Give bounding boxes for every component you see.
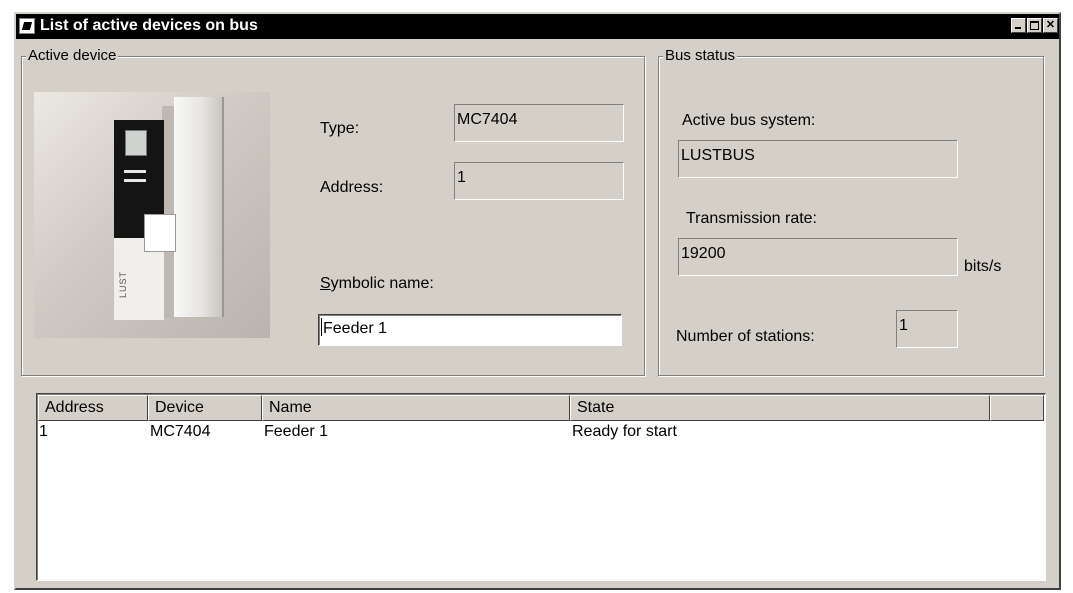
rate-unit-label: bits/s bbox=[964, 258, 1002, 275]
stations-field: 1 bbox=[896, 310, 958, 348]
active-device-legend: Active device bbox=[26, 47, 119, 64]
cell-name: Feeder 1 bbox=[264, 423, 329, 440]
transmission-rate-label: Transmission rate: bbox=[686, 210, 817, 227]
window-title: List of active devices on bus bbox=[40, 17, 258, 34]
column-header-filler bbox=[990, 395, 1044, 421]
column-header-state[interactable]: State bbox=[570, 395, 990, 421]
bus-system-field: LUSTBUS bbox=[678, 140, 958, 178]
symbolic-name-label: Symbolic name: bbox=[320, 275, 434, 292]
column-header-device[interactable]: Device bbox=[148, 395, 262, 421]
close-button[interactable]: ✕ bbox=[1043, 18, 1058, 33]
maximize-button[interactable] bbox=[1027, 18, 1042, 33]
device-image: LUST bbox=[34, 92, 270, 338]
minimize-button[interactable] bbox=[1011, 18, 1026, 33]
type-field: MC7404 bbox=[454, 104, 624, 142]
symbolic-name-value: Feeder 1 bbox=[323, 320, 388, 337]
cell-address: 1 bbox=[39, 423, 48, 440]
device-table[interactable]: Address Device Name State 1 MC7404 Feede… bbox=[36, 393, 1046, 581]
table-header: Address Device Name State bbox=[38, 395, 1044, 421]
column-header-address[interactable]: Address bbox=[38, 395, 148, 421]
table-row[interactable]: 1 MC7404 Feeder 1 Ready for start bbox=[38, 422, 1044, 442]
address-field: 1 bbox=[454, 162, 624, 200]
device-brand-label: LUST bbox=[118, 270, 128, 298]
cell-state: Ready for start bbox=[572, 423, 677, 440]
type-label: Type: bbox=[320, 120, 360, 137]
column-header-name[interactable]: Name bbox=[262, 395, 570, 421]
device-display-icon bbox=[125, 130, 147, 156]
bus-system-label: Active bus system: bbox=[682, 112, 816, 129]
text-caret bbox=[321, 318, 322, 336]
symbolic-name-input[interactable]: Feeder 1 bbox=[318, 314, 622, 346]
device-led-icon bbox=[124, 170, 146, 182]
device-card-icon bbox=[144, 214, 176, 252]
device-list-window: List of active devices on bus ✕ Active d… bbox=[14, 12, 1061, 590]
cell-device: MC7404 bbox=[150, 423, 211, 440]
address-label: Address: bbox=[320, 179, 384, 196]
bus-status-legend: Bus status bbox=[663, 47, 738, 64]
title-bar[interactable]: List of active devices on bus ✕ bbox=[16, 14, 1059, 39]
transmission-rate-field: 19200 bbox=[678, 238, 958, 276]
app-icon bbox=[19, 18, 35, 34]
stations-label: Number of stations: bbox=[676, 328, 815, 345]
